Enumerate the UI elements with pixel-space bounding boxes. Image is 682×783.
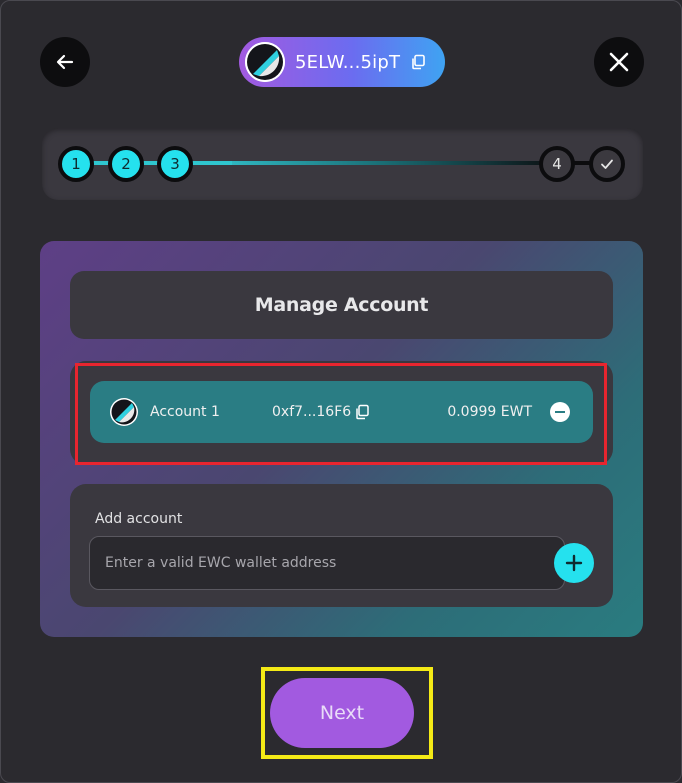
back-button[interactable] xyxy=(40,37,90,87)
modal-window: 5ELW...5ipT 1 2 3 4 Manage Account Accou… xyxy=(0,0,682,783)
step-final xyxy=(589,146,625,182)
plus-icon xyxy=(565,554,583,572)
account-pill[interactable]: 5ELW...5ipT xyxy=(239,37,445,87)
step-1: 1 xyxy=(58,146,94,182)
add-account-section: Add account xyxy=(70,484,613,607)
account-list: Account 1 0xf7...16F6 0.0999 EWT xyxy=(70,361,613,465)
step-2: 2 xyxy=(108,146,144,182)
copy-icon[interactable] xyxy=(410,54,426,70)
check-icon xyxy=(601,159,613,169)
panel-title: Manage Account xyxy=(70,271,613,339)
account-name: Account 1 xyxy=(150,404,220,420)
manage-account-panel: Manage Account Account 1 0xf7...16F6 0.0… xyxy=(40,241,643,637)
account-avatar xyxy=(245,42,285,82)
account-avatar xyxy=(110,398,138,426)
account-balance: 0.0999 EWT xyxy=(447,404,532,420)
close-button[interactable] xyxy=(594,37,644,87)
wallet-address-input[interactable] xyxy=(89,536,565,590)
close-icon xyxy=(609,52,629,72)
copy-icon[interactable] xyxy=(354,404,424,420)
add-account-button[interactable] xyxy=(554,543,594,583)
add-account-label: Add account xyxy=(95,511,183,527)
account-short-address: 5ELW...5ipT xyxy=(295,51,401,73)
step-4: 4 xyxy=(539,146,575,182)
progress-stepper: 1 2 3 4 xyxy=(42,128,643,200)
step-3: 3 xyxy=(157,146,193,182)
account-address: 0xf7...16F6 xyxy=(272,404,352,420)
account-row: Account 1 0xf7...16F6 0.0999 EWT xyxy=(90,381,593,443)
stepper-track-transition xyxy=(232,161,562,165)
arrow-left-icon xyxy=(56,54,74,70)
next-button[interactable]: Next xyxy=(270,678,414,748)
remove-account-button[interactable] xyxy=(550,402,570,422)
minus-icon xyxy=(555,411,565,413)
